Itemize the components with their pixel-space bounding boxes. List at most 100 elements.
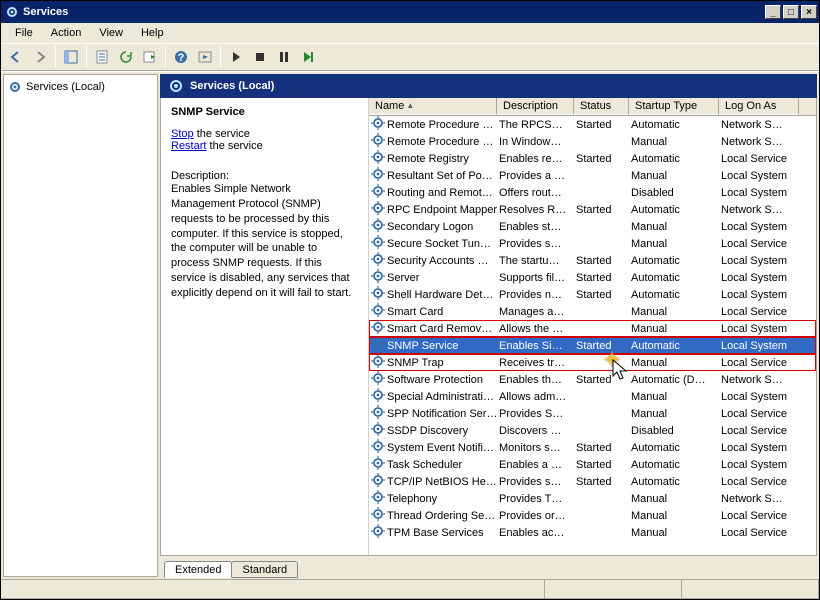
service-name: Secure Socket Tun…: [387, 238, 491, 250]
gear-icon: [371, 167, 385, 184]
service-desc: Enables a …: [497, 459, 574, 471]
service-startup: Manual: [629, 493, 719, 505]
service-startup: Automatic: [629, 476, 719, 488]
col-description[interactable]: Description: [497, 98, 574, 115]
table-row[interactable]: Resultant Set of Po…Provides a …ManualLo…: [369, 167, 816, 184]
service-name: Shell Hardware Det…: [387, 289, 493, 301]
gear-icon: [371, 507, 385, 524]
gear-icon: [371, 405, 385, 422]
pause-service-button[interactable]: [273, 46, 295, 68]
tab-extended[interactable]: Extended: [164, 561, 232, 578]
service-logon: Local System: [719, 272, 799, 284]
service-desc: In Window…: [497, 136, 574, 148]
menu-file[interactable]: File: [7, 25, 41, 41]
help-button[interactable]: ?: [170, 46, 192, 68]
tree-root[interactable]: Services (Local): [6, 79, 155, 95]
col-name[interactable]: Name▲: [369, 98, 497, 115]
col-status[interactable]: Status: [574, 98, 629, 115]
service-status: Started: [574, 459, 629, 471]
service-logon: Local Service: [719, 510, 799, 522]
svg-text:?: ?: [178, 52, 185, 64]
service-logon: Network S…: [719, 136, 799, 148]
menu-action[interactable]: Action: [43, 25, 90, 41]
service-desc: Provides S…: [497, 408, 574, 420]
close-button[interactable]: ×: [801, 5, 817, 19]
service-logon: Local System: [719, 323, 799, 335]
col-startup[interactable]: Startup Type: [629, 98, 719, 115]
table-row[interactable]: RPC Endpoint MapperResolves R…StartedAut…: [369, 201, 816, 218]
service-logon: Network S…: [719, 119, 799, 131]
service-desc: Provides T…: [497, 493, 574, 505]
table-row[interactable]: SNMP TrapReceives tr…ManualLocal Service: [369, 354, 816, 371]
back-button[interactable]: [5, 46, 27, 68]
stop-service-button[interactable]: [249, 46, 271, 68]
service-name: SSDP Discovery: [387, 425, 468, 437]
service-name: TPM Base Services: [387, 527, 484, 539]
table-row[interactable]: System Event Notifi…Monitors s…StartedAu…: [369, 439, 816, 456]
maximize-button[interactable]: □: [783, 5, 799, 19]
properties-button[interactable]: [91, 46, 113, 68]
table-row[interactable]: SSDP DiscoveryDiscovers …DisabledLocal S…: [369, 422, 816, 439]
gear-icon: [371, 303, 385, 320]
service-status: Started: [574, 204, 629, 216]
table-row[interactable]: SPP Notification Ser…Provides S…ManualLo…: [369, 405, 816, 422]
table-row[interactable]: Remote RegistryEnables re…StartedAutomat…: [369, 150, 816, 167]
gear-icon: [371, 439, 385, 456]
table-row[interactable]: Software ProtectionEnables th…StartedAut…: [369, 371, 816, 388]
restart-link[interactable]: Restart: [171, 140, 206, 152]
table-row[interactable]: ServerSupports fil…StartedAutomaticLocal…: [369, 269, 816, 286]
gear-icon: [371, 150, 385, 167]
table-row[interactable]: Remote Procedure …The RPCSS…StartedAutom…: [369, 116, 816, 133]
table-row[interactable]: Remote Procedure …In Window…ManualNetwor…: [369, 133, 816, 150]
table-row[interactable]: Routing and Remot…Offers rout…DisabledLo…: [369, 184, 816, 201]
table-row[interactable]: Security Accounts …The startu…StartedAut…: [369, 252, 816, 269]
service-startup: Automatic: [629, 340, 719, 352]
table-row[interactable]: TCP/IP NetBIOS He…Provides s…StartedAuto…: [369, 473, 816, 490]
service-startup: Manual: [629, 527, 719, 539]
service-startup: Manual: [629, 408, 719, 420]
table-row[interactable]: Special Administrati…Allows adm…ManualLo…: [369, 388, 816, 405]
service-logon: Local Service: [719, 408, 799, 420]
table-row[interactable]: TPM Base ServicesEnables ac…ManualLocal …: [369, 524, 816, 541]
minimize-button[interactable]: _: [765, 5, 781, 19]
refresh-button[interactable]: [115, 46, 137, 68]
col-logon[interactable]: Log On As: [719, 98, 799, 115]
service-startup: Automatic: [629, 204, 719, 216]
table-row[interactable]: Secure Socket Tun…Provides s…ManualLocal…: [369, 235, 816, 252]
forward-button[interactable]: [29, 46, 51, 68]
service-startup: Manual: [629, 238, 719, 250]
gear-icon: [371, 354, 385, 371]
table-row[interactable]: SNMP ServiceEnables Si…StartedAutomaticL…: [369, 337, 816, 354]
menu-view[interactable]: View: [91, 25, 131, 41]
table-row[interactable]: Smart Card Remov…Allows the …ManualLocal…: [369, 320, 816, 337]
start-service-button[interactable]: [225, 46, 247, 68]
menu-help[interactable]: Help: [133, 25, 172, 41]
service-desc: The startu…: [497, 255, 574, 267]
service-name: Thread Ordering Se…: [387, 510, 495, 522]
gear-icon: [371, 252, 385, 269]
service-logon: Local Service: [719, 238, 799, 250]
service-startup: Automatic: [629, 442, 719, 454]
tab-standard[interactable]: Standard: [231, 561, 298, 578]
stop-link[interactable]: Stop: [171, 128, 194, 140]
table-row[interactable]: Secondary LogonEnables st…ManualLocal Sy…: [369, 218, 816, 235]
service-startup: Automatic: [629, 289, 719, 301]
export-button[interactable]: [139, 46, 161, 68]
restart-service-button[interactable]: [297, 46, 319, 68]
action-button[interactable]: [194, 46, 216, 68]
table-row[interactable]: Thread Ordering Se…Provides or…ManualLoc…: [369, 507, 816, 524]
list-body[interactable]: Remote Procedure …The RPCSS…StartedAutom…: [369, 116, 816, 555]
table-row[interactable]: Shell Hardware Det…Provides n…StartedAut…: [369, 286, 816, 303]
table-row[interactable]: TelephonyProvides T…ManualNetwork S…: [369, 490, 816, 507]
service-desc: Allows adm…: [497, 391, 574, 403]
tree-pane[interactable]: Services (Local): [3, 74, 158, 577]
gear-icon: [371, 269, 385, 286]
table-row[interactable]: Smart CardManages a…ManualLocal Service: [369, 303, 816, 320]
service-list: Name▲ Description Status Startup Type Lo…: [369, 98, 816, 555]
table-row[interactable]: Task SchedulerEnables a …StartedAutomati…: [369, 456, 816, 473]
service-startup: Manual: [629, 170, 719, 182]
show-hide-tree-button[interactable]: [60, 46, 82, 68]
titlebar[interactable]: Services _ □ ×: [1, 1, 819, 23]
service-desc: Supports fil…: [497, 272, 574, 284]
service-desc: Discovers …: [497, 425, 574, 437]
